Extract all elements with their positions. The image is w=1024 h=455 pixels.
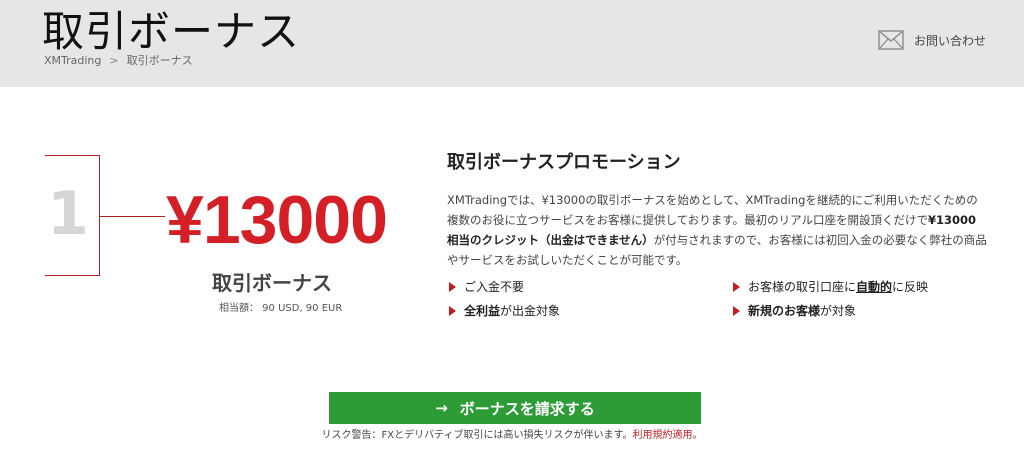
feature-text: 新規のお客様が対象 [748,304,857,318]
feature-text: お客様の取引口座に自動的に反映 [748,280,929,294]
bonus-amount: ¥13000 [166,182,388,258]
bullet-triangle-icon [733,281,740,292]
feature-text: 全利益が出金対象 [464,304,561,318]
bracket-connector [100,216,165,217]
risk-warning: リスク警告：FXとデリバティブ取引には高い損失リスクが伴います。利用規約適用。 [0,429,1024,443]
envelope-icon [878,30,904,50]
page-header: 取引ボーナス XMTrading > 取引ボーナス お問い合わせ [0,0,1024,87]
contact-link[interactable]: お問い合わせ [878,30,986,50]
feature-withdraw-profit: 全利益が出金対象 [449,302,560,319]
promo-title: 取引ボーナスプロモーション [447,152,681,173]
claim-bonus-button[interactable]: → ボーナスを請求する [329,392,701,424]
step-number: 1 [47,179,89,249]
breadcrumb-current: 取引ボーナス [126,54,193,67]
bonus-equivalent: 相当額： 90 USD, 90 EUR [219,303,343,314]
feature-new-clients: 新規のお客様が対象 [733,302,856,319]
claim-bonus-label: ボーナスを請求する [459,399,595,418]
feature-no-deposit: ご入金不要 [449,278,524,295]
breadcrumb-home-link[interactable]: XMTrading [44,54,101,67]
promo-description: XMTradingでは、¥13000の取引ボーナスを始めとして、XMTradin… [447,190,987,270]
bullet-triangle-icon [733,305,740,316]
promo-body-part1: XMTradingでは、¥13000の取引ボーナスを始めとして、XMTradin… [447,193,978,227]
contact-label: お問い合わせ [913,33,986,48]
arrow-right-icon: → [435,399,448,417]
terms-link[interactable]: 利用規約適用。 [633,430,703,441]
feature-auto-credit: お客様の取引口座に自動的に反映 [733,278,928,295]
bullet-triangle-icon [449,305,456,316]
bonus-label: 取引ボーナス [212,271,332,295]
breadcrumb-separator: > [109,53,119,67]
breadcrumb: XMTrading > 取引ボーナス [44,52,193,68]
bullet-triangle-icon [449,281,456,292]
feature-text: ご入金不要 [464,280,525,294]
risk-warning-text: リスク警告：FXとデリバティブ取引には高い損失リスクが伴います。 [321,430,633,441]
